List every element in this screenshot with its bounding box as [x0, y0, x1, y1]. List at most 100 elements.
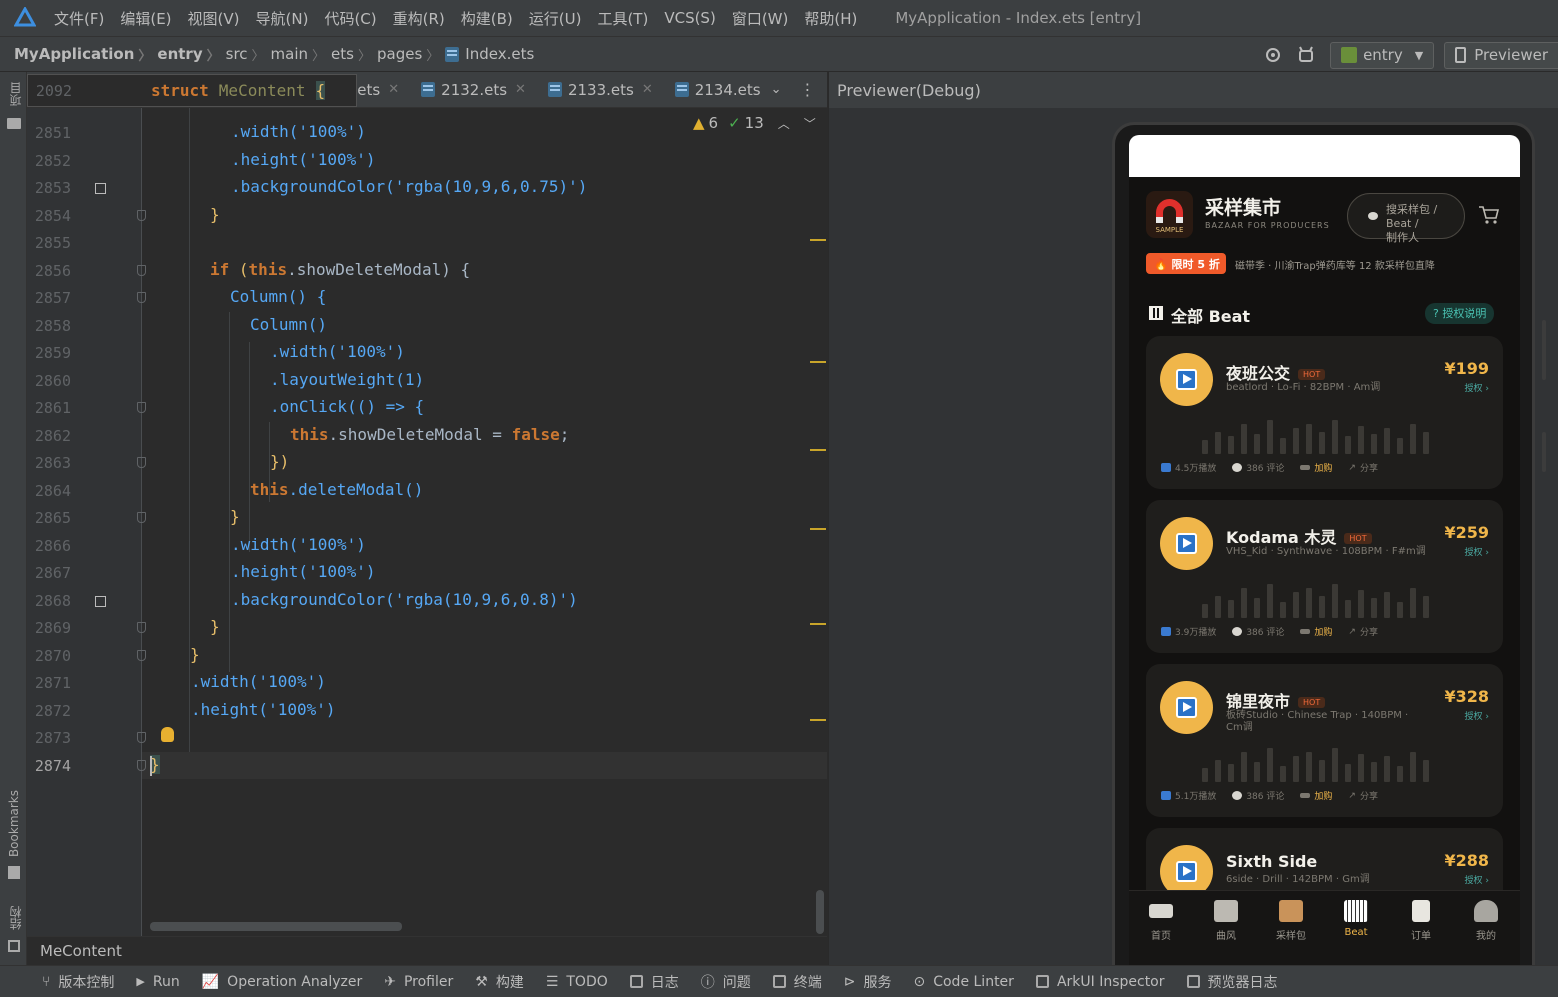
bookmarks-tool-tab[interactable]: Bookmarks	[7, 790, 21, 857]
menu-run[interactable]: 运行(U)	[529, 8, 582, 29]
color-preview-swatch[interactable]	[95, 596, 106, 607]
module-selector[interactable]: entry ▼	[1330, 41, 1435, 69]
tab-home[interactable]: 首页	[1136, 900, 1186, 942]
warning-stripe[interactable]	[810, 528, 826, 530]
menu-file[interactable]: 文件(F)	[54, 8, 104, 29]
fold-marker-icon[interactable]	[137, 265, 146, 276]
code-line[interactable]: .width('100%')	[231, 122, 366, 141]
tool-arkui-inspector[interactable]: ArkUI Inspector	[1035, 974, 1165, 990]
structure-tool-tab[interactable]: 结构	[7, 906, 24, 930]
code-line[interactable]: .height('100%')	[231, 562, 376, 581]
breadcrumb-ets[interactable]: ets 〉	[331, 45, 377, 64]
menu-vcs[interactable]: VCS(S)	[664, 9, 715, 27]
fold-marker-icon[interactable]	[137, 210, 146, 221]
comment-count[interactable]: 386 评论	[1232, 625, 1284, 638]
code-line[interactable]: .height('100%')	[191, 700, 336, 719]
breadcrumb-file[interactable]: Index.ets	[445, 45, 534, 63]
fold-marker-icon[interactable]	[137, 732, 146, 743]
target-icon[interactable]	[1264, 46, 1282, 64]
code-line[interactable]: this.showDeleteModal = false;	[290, 425, 569, 444]
warning-stripe[interactable]	[810, 623, 826, 625]
tab-beat[interactable]: Beat	[1331, 900, 1381, 938]
fold-marker-icon[interactable]	[137, 402, 146, 413]
code-line[interactable]: .backgroundColor('rgba(10,9,6,0.8)')	[231, 590, 578, 609]
breadcrumb-src[interactable]: src 〉	[226, 45, 271, 64]
menu-edit[interactable]: 编辑(E)	[120, 8, 171, 29]
comment-count[interactable]: 386 评论	[1232, 789, 1284, 802]
share-link[interactable]: ↗ 分享	[1348, 789, 1378, 803]
close-icon[interactable]: ✕	[388, 82, 399, 97]
tab-list-chevron-icon[interactable]: ⌄	[771, 82, 782, 97]
tool-version-control[interactable]: ⑂ 版本控制	[42, 972, 114, 992]
tool-code-linter[interactable]: ⊙ Code Linter	[913, 974, 1013, 990]
inspection-widget[interactable]: ▲ 6 ✓ 13 ︿ ﹀	[693, 114, 816, 132]
code-line[interactable]: Column() {	[230, 287, 326, 306]
license-link[interactable]: 授权 ›	[1465, 709, 1489, 722]
tool-build[interactable]: ⚒ 构建	[475, 972, 524, 992]
breadcrumb-main[interactable]: main 〉	[271, 45, 332, 64]
code-editor[interactable]: 1.ets ✕ 2132.ets ✕ 2133.ets ✕ 2134.ets ⌄ ⋮ …	[27, 72, 827, 936]
license-link[interactable]: 授权 ›	[1465, 545, 1489, 558]
folder-icon[interactable]	[7, 118, 21, 129]
add-to-cart[interactable]: 加购	[1300, 789, 1332, 802]
code-line[interactable]: }	[210, 205, 220, 224]
previewer-button[interactable]: Previewer	[1444, 41, 1558, 69]
fold-marker-icon[interactable]	[137, 622, 146, 633]
code-line[interactable]: .width('100%')	[191, 672, 326, 691]
menu-refactor[interactable]: 重构(R)	[393, 8, 445, 29]
tool-log[interactable]: 日志	[629, 972, 679, 992]
tool-terminal[interactable]: 终端	[772, 972, 822, 992]
tab-orders[interactable]: 订单	[1396, 900, 1446, 942]
next-highlight-icon[interactable]: ﹀	[804, 115, 816, 132]
menu-navigate[interactable]: 导航(N)	[256, 8, 309, 29]
fold-marker-icon[interactable]	[137, 760, 146, 771]
play-button[interactable]	[1160, 681, 1213, 734]
breadcrumb-project[interactable]: MyApplication 〉	[14, 45, 157, 64]
horizontal-scrollbar[interactable]	[150, 922, 402, 931]
beat-card[interactable]: Kodama 木灵 HOT VHS_Kid · Synthwave · 108BP…	[1146, 500, 1503, 653]
code-line[interactable]: .width('100%')	[231, 535, 366, 554]
code-line[interactable]: .height('100%')	[231, 150, 376, 169]
breadcrumb-module[interactable]: entry 〉	[157, 45, 225, 64]
add-to-cart[interactable]: 加购	[1300, 461, 1332, 474]
bookmark-icon[interactable]	[8, 866, 20, 879]
search-input[interactable]: 搜采样包 / Beat / 制作人	[1347, 193, 1465, 244]
tab-sample-pack[interactable]: 采样包	[1266, 900, 1316, 942]
code-line[interactable]: Column()	[250, 315, 327, 334]
tool-profiler[interactable]: ✈ Profiler	[384, 974, 453, 990]
cart-icon[interactable]	[1478, 205, 1500, 225]
tab-profile[interactable]: 我的	[1461, 900, 1511, 942]
structure-icon[interactable]	[8, 940, 20, 952]
fold-marker-icon[interactable]	[137, 292, 146, 303]
license-link[interactable]: 授权 ›	[1465, 381, 1489, 394]
code-line[interactable]: this.deleteModal()	[250, 480, 423, 499]
scope-context-label[interactable]: MeContent	[40, 942, 122, 960]
menu-view[interactable]: 视图(V)	[188, 8, 240, 29]
waveform[interactable]	[1202, 420, 1442, 454]
tool-previewer-log[interactable]: 预览器日志	[1186, 972, 1278, 992]
play-button[interactable]	[1160, 353, 1213, 406]
color-preview-swatch[interactable]	[95, 183, 106, 194]
close-icon[interactable]: ✕	[515, 82, 526, 97]
tool-services[interactable]: ⊳ 服务	[844, 972, 892, 992]
project-tool-tab[interactable]: 项目	[7, 82, 24, 106]
tool-problems[interactable]: ⓘ 问题	[701, 972, 751, 992]
tool-run[interactable]: ▶ Run	[136, 974, 179, 990]
promo-badge[interactable]: 🔥 限时 5 折	[1146, 253, 1226, 274]
warning-stripe[interactable]	[810, 361, 826, 363]
code-line[interactable]: })	[270, 452, 289, 471]
menu-build[interactable]: 构建(B)	[461, 8, 513, 29]
tab-file-2133[interactable]: 2133.ets ✕	[547, 81, 653, 99]
device-screen[interactable]: SAMPLE 采样集市 BAZAAR FOR PRODUCERS 搜采样包 / …	[1129, 135, 1520, 968]
add-to-cart[interactable]: 加购	[1300, 625, 1332, 638]
tab-file-2132[interactable]: 2132.ets ✕	[421, 81, 526, 99]
vertical-scrollbar[interactable]	[816, 890, 824, 934]
code-line[interactable]: }	[210, 617, 220, 636]
share-link[interactable]: ↗ 分享	[1348, 625, 1378, 639]
comment-count[interactable]: 386 评论	[1232, 461, 1284, 474]
license-info-link[interactable]: ? 授权说明	[1425, 303, 1495, 324]
promo-text[interactable]: 磁带季 · 川渝Trap弹药库等 12 款采样包直降	[1235, 257, 1435, 272]
beat-card[interactable]: 锦里夜市 HOT 板砖Studio · Chinese Trap · 140BPM…	[1146, 664, 1503, 817]
code-line[interactable]: .onClick(() => {	[270, 397, 424, 416]
fold-marker-icon[interactable]	[137, 650, 146, 661]
